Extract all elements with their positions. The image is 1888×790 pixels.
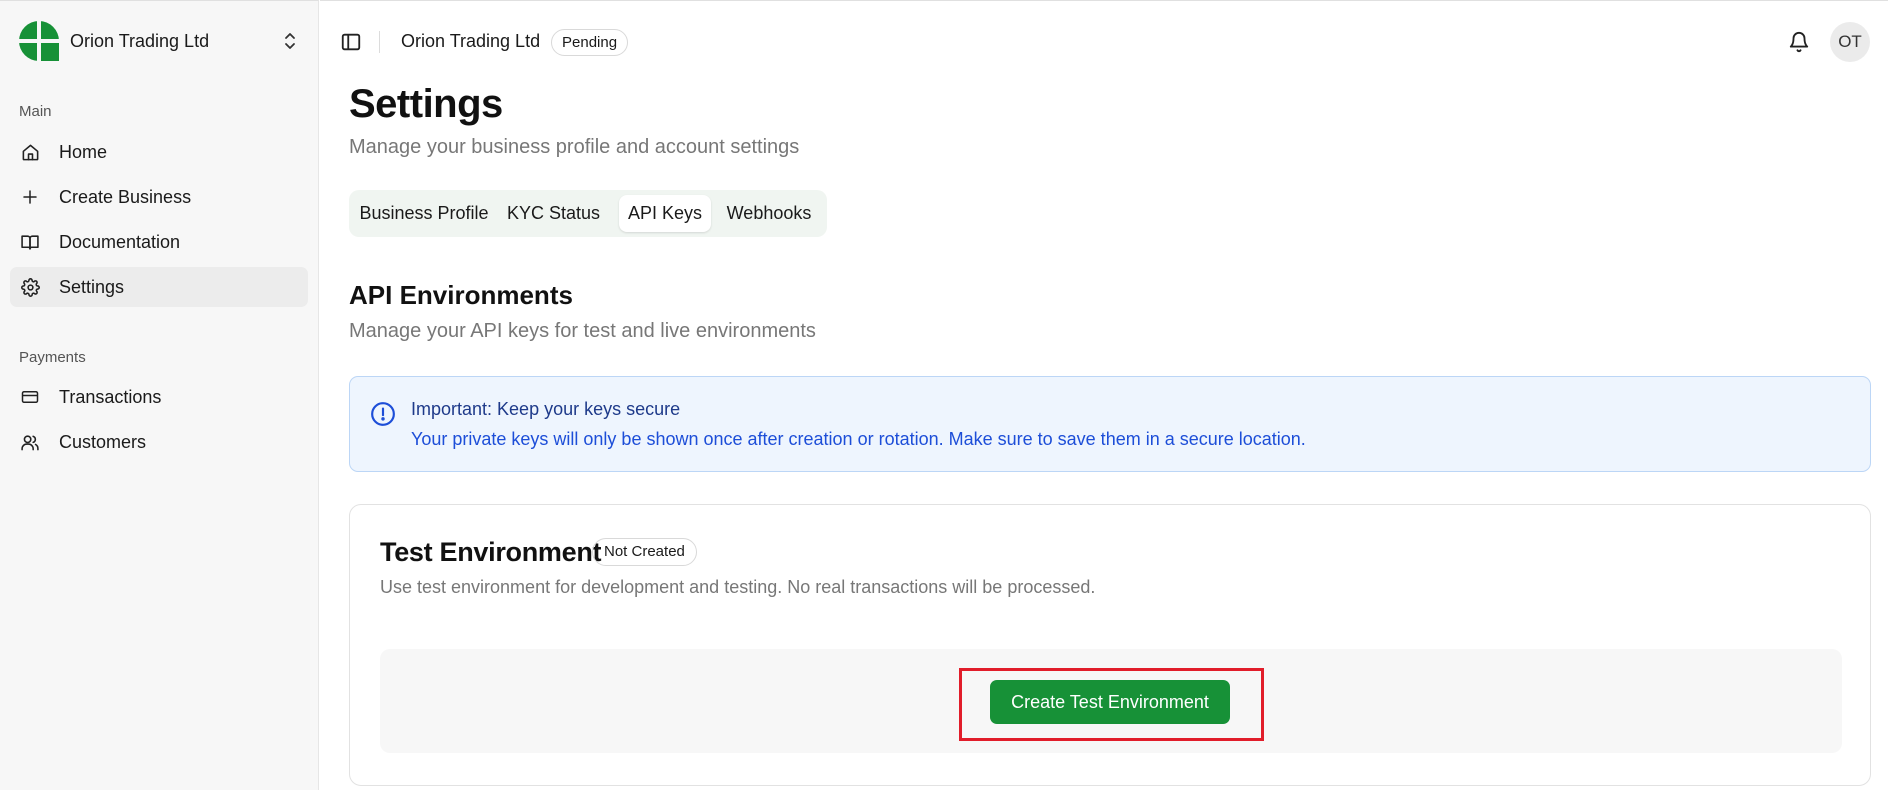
test-environment-title: Test Environment	[380, 537, 602, 567]
users-icon	[20, 432, 40, 452]
sidebar-item-label: Create Business	[59, 186, 192, 207]
sidebar-toggle-icon[interactable]	[340, 31, 362, 53]
home-icon	[20, 142, 40, 162]
sidebar-item-settings[interactable]: Settings	[10, 267, 308, 307]
section-subtitle: Manage your API keys for test and live e…	[349, 320, 816, 342]
book-icon	[20, 232, 40, 252]
sidebar-item-transactions[interactable]: Transactions	[10, 377, 308, 417]
settings-tabs: Business Profile KYC Status API Keys Web…	[349, 190, 827, 237]
sidebar-item-label: Home	[59, 141, 108, 162]
sidebar-item-documentation[interactable]: Documentation	[10, 222, 308, 262]
status-badge: Pending	[551, 29, 629, 56]
sidebar-item-label: Transactions	[59, 386, 162, 407]
alert-circle-icon	[371, 402, 395, 426]
section-title: API Environments	[349, 280, 573, 310]
alert-title: Important: Keep your keys secure	[411, 399, 681, 419]
gear-icon	[20, 277, 40, 297]
tab-api-keys[interactable]: API Keys	[619, 195, 711, 232]
test-environment-card: Test Environment Not Created Use test en…	[349, 504, 1871, 786]
tab-business-profile[interactable]: Business Profile	[354, 195, 494, 232]
header-divider	[379, 31, 380, 53]
tab-kyc-status[interactable]: KYC Status	[501, 195, 606, 232]
business-switcher[interactable]: Orion Trading Ltd	[19, 21, 309, 61]
sidebar-item-label: Documentation	[59, 231, 181, 252]
brand-logo-icon	[19, 21, 59, 61]
page-subtitle: Manage your business profile and account…	[349, 136, 800, 158]
bell-icon[interactable]	[1788, 31, 1810, 53]
header-business-name: Orion Trading Ltd	[401, 31, 541, 51]
top-header: Orion Trading Ltd Pending OT	[320, 0, 1888, 80]
sidebar: Orion Trading Ltd Main Home Create Busin…	[0, 0, 319, 790]
section-label-main: Main	[19, 103, 52, 120]
sidebar-item-customers[interactable]: Customers	[10, 422, 308, 462]
tab-webhooks[interactable]: Webhooks	[719, 195, 819, 232]
sidebar-item-create-business[interactable]: Create Business	[10, 177, 308, 217]
sidebar-item-home[interactable]: Home	[10, 132, 308, 172]
plus-icon	[20, 187, 40, 207]
page-title: Settings	[349, 82, 503, 126]
test-environment-description: Use test environment for development and…	[380, 577, 1096, 597]
security-alert: Important: Keep your keys secure Your pr…	[349, 376, 1871, 472]
chevron-up-down-icon	[285, 33, 295, 49]
create-test-environment-button[interactable]: Create Test Environment	[990, 680, 1230, 724]
credit-card-icon	[20, 387, 40, 407]
section-label-payments: Payments	[19, 349, 86, 366]
avatar[interactable]: OT	[1830, 22, 1870, 62]
sidebar-item-label: Settings	[59, 276, 125, 297]
environment-status-badge: Not Created	[592, 538, 697, 566]
business-name: Orion Trading Ltd	[70, 30, 210, 51]
sidebar-item-label: Customers	[59, 431, 147, 452]
alert-description: Your private keys will only be shown onc…	[411, 429, 1306, 449]
